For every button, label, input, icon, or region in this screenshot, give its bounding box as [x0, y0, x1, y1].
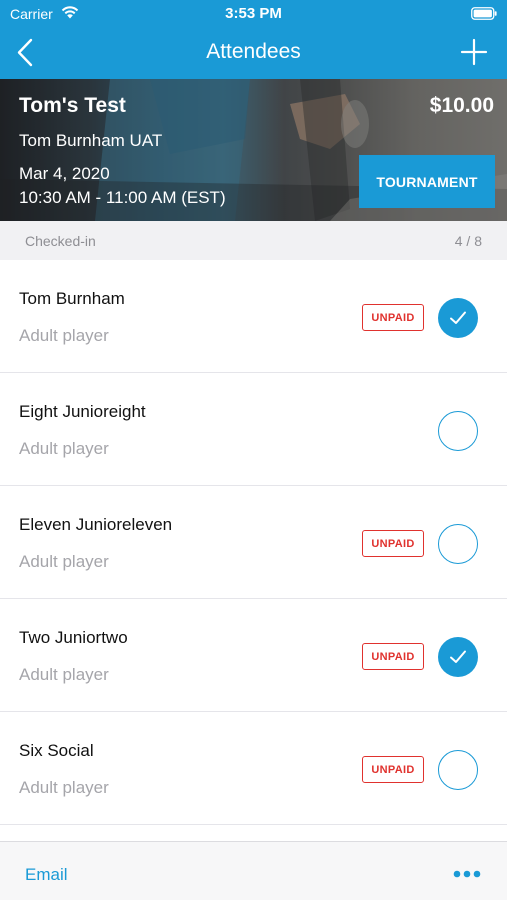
event-title: Tom's Test	[19, 94, 126, 117]
attendee-name: Eight Junioreight	[19, 402, 146, 421]
page-title: Attendees	[206, 40, 301, 63]
unpaid-badge: UNPAID	[362, 756, 424, 783]
battery-icon	[471, 7, 497, 20]
check-in-toggle[interactable]	[438, 298, 478, 338]
event-time: 10:30 AM - 11:00 AM (EST)	[19, 188, 226, 207]
checked-in-header: Checked-in 4 / 8	[0, 221, 507, 260]
unpaid-badge: UNPAID	[362, 643, 424, 670]
attendee-name: Tom Burnham	[19, 289, 125, 308]
attendee-role: Adult player	[19, 665, 109, 684]
checked-in-count: 4 / 8	[454, 233, 482, 249]
attendee-name: Two Juniortwo	[19, 628, 128, 647]
event-organizer: Tom Burnham UAT	[19, 131, 163, 150]
clock: 3:53 PM	[225, 5, 282, 22]
check-in-toggle[interactable]	[438, 524, 478, 564]
attendee-row[interactable]: Six Social Adult player UNPAID	[0, 712, 507, 825]
event-type-button[interactable]: TOURNAMENT	[359, 155, 495, 208]
event-hero: Tom's Test $10.00 Tom Burnham UAT Mar 4,…	[0, 79, 507, 221]
attendee-row[interactable]: Eight Junioreight Adult player	[0, 373, 507, 486]
nav-bar: Attendees	[0, 28, 507, 79]
check-in-toggle[interactable]	[438, 411, 478, 451]
check-in-toggle[interactable]	[438, 637, 478, 677]
checkmark-icon	[450, 650, 466, 663]
attendee-role: Adult player	[19, 552, 109, 571]
plus-icon	[460, 38, 488, 66]
attendee-row[interactable]: Two Juniortwo Adult player UNPAID	[0, 599, 507, 712]
attendee-role: Adult player	[19, 778, 109, 797]
attendee-name: Six Social	[19, 741, 94, 760]
add-attendee-button[interactable]	[459, 37, 489, 67]
unpaid-badge: UNPAID	[362, 304, 424, 331]
attendee-name: Eleven Junioreleven	[19, 515, 173, 534]
checked-in-label: Checked-in	[25, 233, 96, 249]
top-bar: Carrier 3:53 PM Attendees	[0, 0, 507, 79]
attendee-row[interactable]: Tom Burnham Adult player UNPAID	[0, 260, 507, 373]
more-dots-icon[interactable]	[453, 870, 481, 878]
bottom-toolbar: Email	[0, 841, 507, 900]
checkmark-icon	[450, 311, 466, 324]
event-date: Mar 4, 2020	[19, 164, 110, 183]
unpaid-badge: UNPAID	[362, 530, 424, 557]
status-bar: Carrier 3:53 PM	[0, 0, 507, 28]
attendee-role: Adult player	[19, 439, 109, 458]
attendee-role: Adult player	[19, 326, 109, 345]
attendee-row[interactable]: Eleven Junioreleven Adult player UNPAID	[0, 486, 507, 599]
email-button[interactable]: Email	[25, 865, 68, 885]
event-price: $10.00	[429, 94, 494, 117]
check-in-toggle[interactable]	[438, 750, 478, 790]
attendee-list: Tom Burnham Adult player UNPAID Eight Ju…	[0, 260, 507, 825]
attendees-screen: Carrier 3:53 PM Attendees Tom's Test $10…	[0, 0, 507, 900]
